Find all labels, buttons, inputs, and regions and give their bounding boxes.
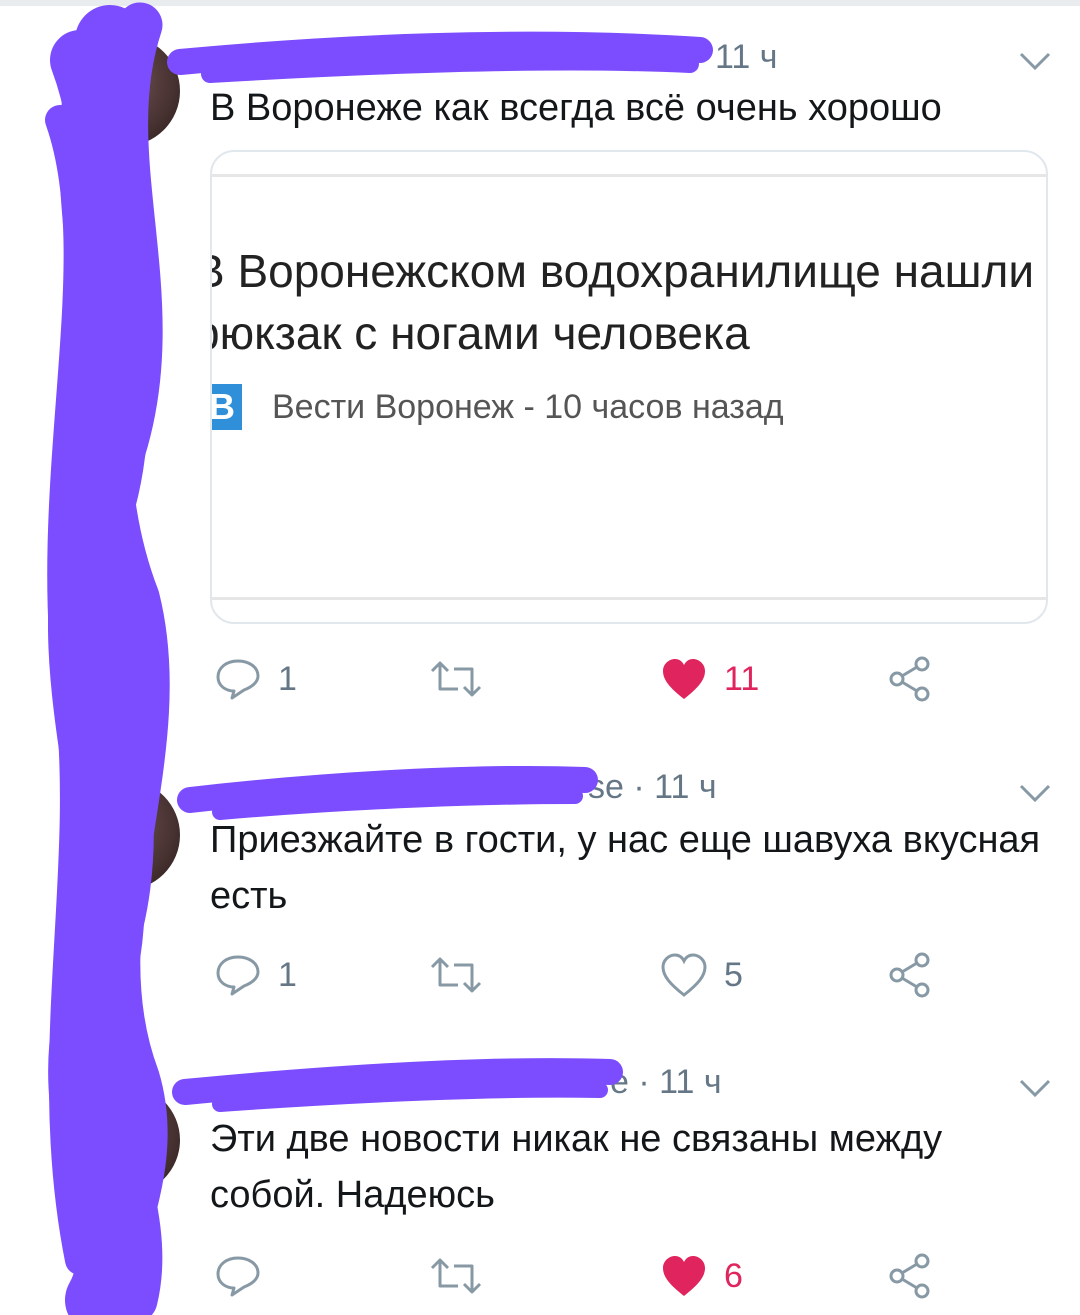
like-count: 6: [724, 1256, 743, 1295]
chevron-down-icon[interactable]: [1018, 50, 1052, 72]
reply-count: 1: [278, 955, 297, 994]
reply-button[interactable]: [214, 1251, 278, 1301]
timestamp: 11 ч: [654, 768, 717, 806]
action-bar: 1 5: [210, 950, 1050, 1000]
share-button[interactable]: [886, 1251, 934, 1301]
tweet-text: Эти две новости никак не связаны между с…: [210, 1118, 943, 1216]
timestamp: 11 ч: [659, 1063, 722, 1101]
avatar[interactable]: [70, 36, 180, 146]
share-icon: [889, 656, 930, 702]
heart-icon: [663, 659, 705, 699]
reply-icon: [216, 1256, 260, 1297]
like-count: 11: [724, 659, 760, 698]
card-divider: [212, 597, 1046, 600]
action-bar: 6: [210, 1251, 1050, 1301]
tweet-text: Приезжайте в гости, у нас еще шавуха вку…: [210, 819, 1041, 917]
chevron-down-icon[interactable]: [1018, 1077, 1052, 1099]
retweet-button[interactable]: [428, 950, 484, 1000]
handle-tail: e: [610, 1063, 629, 1101]
retweet-icon: [430, 957, 482, 993]
like-count: 5: [724, 955, 743, 994]
like-button[interactable]: 11: [660, 654, 759, 704]
card-headline: В Воронежском водохранилище нашли рюкзак…: [210, 245, 1035, 359]
reply-icon: [216, 659, 260, 700]
link-card[interactable]: В Воронежском водохранилище нашли рюкзак…: [210, 150, 1048, 624]
share-button[interactable]: [886, 950, 934, 1000]
chevron-down-icon[interactable]: [1018, 782, 1052, 804]
action-bar: 1 11: [210, 654, 1050, 704]
tweet-3[interactable]: e · 11 ч Эти две новости никак не связан…: [0, 1055, 1080, 1315]
share-button[interactable]: [886, 654, 934, 704]
retweet-icon: [430, 1258, 482, 1294]
like-button[interactable]: 6: [660, 1251, 743, 1301]
retweet-button[interactable]: [428, 1251, 484, 1301]
heart-icon: [663, 1256, 705, 1296]
handle-tail: se: [588, 768, 624, 806]
tweet-2[interactable]: se · 11 ч Приезжайте в гости, у нас еще …: [0, 760, 1080, 1040]
reply-button[interactable]: 1: [214, 950, 297, 1000]
avatar[interactable]: [70, 780, 180, 890]
like-button[interactable]: 5: [660, 950, 743, 1000]
retweet-button[interactable]: [428, 654, 484, 704]
card-divider: [212, 174, 1046, 177]
tweet-1[interactable]: 11 ч В Воронеже как всегда всё очень хор…: [0, 0, 1080, 740]
retweet-icon: [430, 661, 482, 697]
reply-button[interactable]: 1: [214, 654, 297, 704]
source-logo-icon: В: [212, 384, 242, 430]
share-icon: [889, 1253, 930, 1299]
reply-icon: [216, 955, 260, 996]
heart-icon: [661, 953, 707, 997]
reply-count: 1: [278, 659, 297, 698]
share-icon: [889, 952, 930, 998]
tweet-text: В Воронеже как всегда всё очень хорошо: [210, 87, 942, 129]
avatar[interactable]: [70, 1085, 180, 1195]
card-source: Вести Воронеж - 10 часов назад: [272, 388, 784, 426]
timestamp: 11 ч: [715, 38, 778, 76]
